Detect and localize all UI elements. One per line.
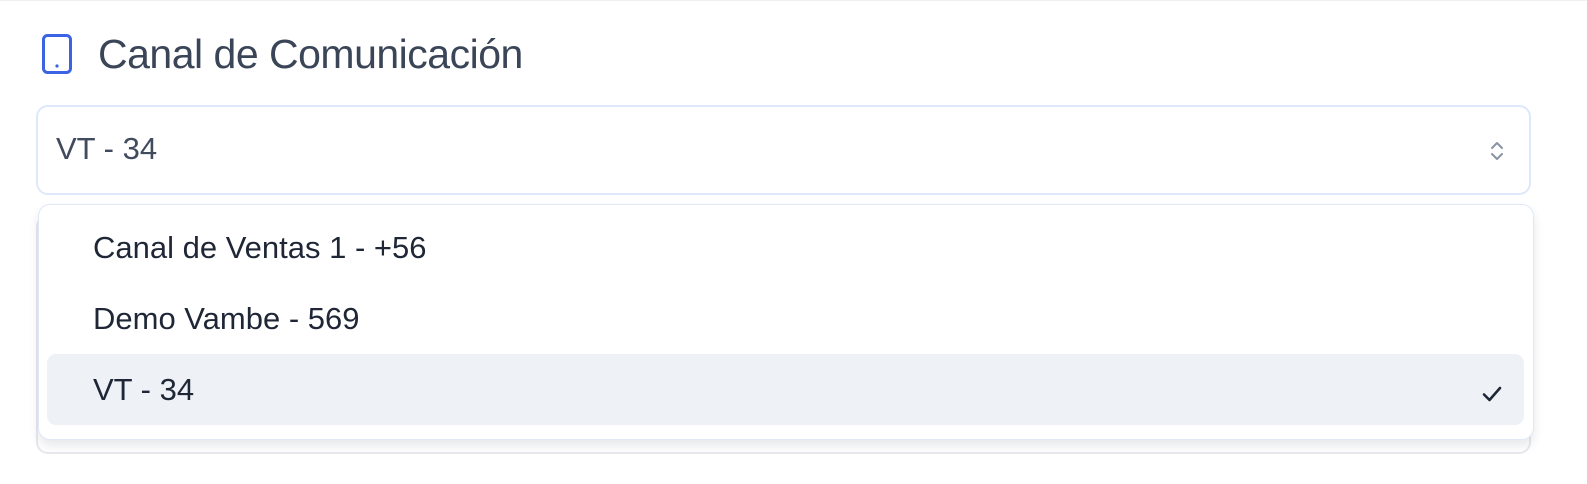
channel-options-list: Canal de Ventas 1 - +56 Demo Vambe - 569… [38, 204, 1534, 440]
section-title: Canal de Comunicación [98, 30, 523, 77]
channel-option-demo-vambe[interactable]: Demo Vambe - 569 [47, 283, 1524, 354]
option-label: Demo Vambe - 569 [93, 300, 360, 336]
section-header: Canal de Comunicación [40, 29, 523, 79]
phone-icon [40, 29, 74, 79]
channel-option-vt-34[interactable]: VT - 34 [47, 354, 1524, 425]
option-label: VT - 34 [93, 371, 195, 407]
channel-select[interactable]: VT - 34 [36, 105, 1531, 195]
communication-channel-panel: Canal de Comunicación VT - 34 Canal de V… [0, 0, 1587, 484]
channel-select-value: VT - 34 [56, 131, 158, 166]
channel-option-canal-de-ventas[interactable]: Canal de Ventas 1 - +56 [47, 212, 1524, 283]
check-icon [1480, 378, 1504, 402]
option-label: Canal de Ventas 1 - +56 [93, 229, 427, 265]
chevron-up-down-icon [1489, 137, 1505, 165]
